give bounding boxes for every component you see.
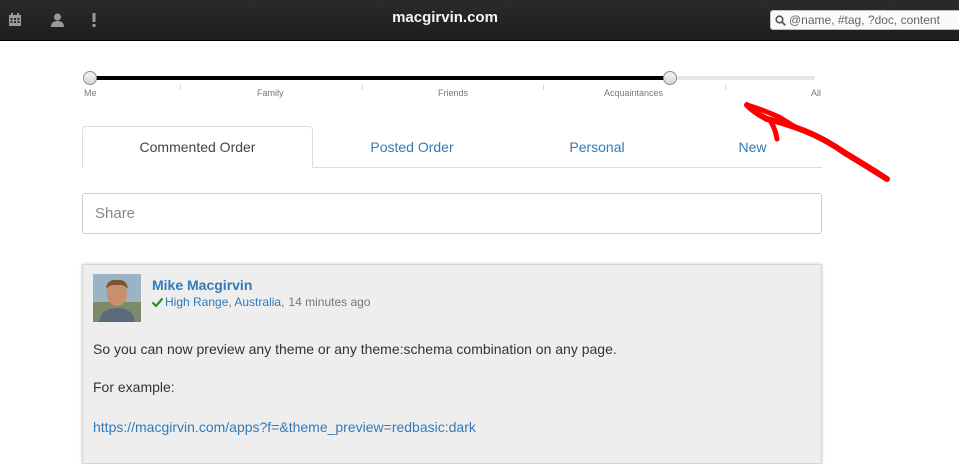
exclamation-icon[interactable] bbox=[86, 11, 102, 29]
post-link[interactable]: https://macgirvin.com/apps?f=&theme_prev… bbox=[93, 419, 476, 435]
sort-tabs: Commented Order Posted Order Personal Ne… bbox=[82, 126, 822, 168]
search-input[interactable] bbox=[786, 13, 957, 27]
tab-personal[interactable]: Personal bbox=[511, 126, 683, 167]
search-icon bbox=[775, 14, 786, 26]
share-input[interactable] bbox=[93, 204, 797, 223]
post-time[interactable]: 14 minutes ago bbox=[288, 295, 370, 309]
slider-label-friends: Friends bbox=[438, 88, 469, 98]
tab-new[interactable]: New bbox=[683, 126, 822, 167]
meta-separator: , bbox=[281, 295, 285, 309]
affinity-slider[interactable] bbox=[83, 68, 815, 88]
slider-tick bbox=[725, 85, 726, 90]
slider-label-acquaintances: Acquaintances bbox=[604, 88, 664, 98]
top-navbar: macgirvin.com bbox=[0, 0, 959, 41]
search-box bbox=[770, 10, 959, 30]
slider-tick bbox=[362, 85, 363, 90]
post-paragraph: For example: bbox=[93, 379, 175, 395]
post-meta: High Range, Australia, 14 minutes ago bbox=[152, 295, 370, 309]
slider-label-family: Family bbox=[257, 88, 284, 98]
tab-commented-order[interactable]: Commented Order bbox=[82, 126, 313, 168]
author-avatar[interactable] bbox=[93, 274, 141, 322]
site-title: macgirvin.com bbox=[0, 9, 890, 26]
slider-fill bbox=[90, 76, 670, 80]
post-card: Mike Macgirvin High Range, Australia, 14… bbox=[82, 264, 822, 464]
slider-handle-min[interactable] bbox=[83, 71, 97, 85]
slider-tick bbox=[180, 85, 181, 90]
slider-handle-max[interactable] bbox=[663, 71, 677, 85]
verified-check-icon bbox=[152, 297, 163, 307]
calendar-icon[interactable] bbox=[7, 11, 23, 29]
share-box bbox=[82, 193, 822, 234]
post-location[interactable]: High Range, Australia bbox=[165, 295, 281, 309]
site-title-link[interactable]: macgirvin.com bbox=[392, 9, 498, 26]
post-paragraph: So you can now preview any theme or any … bbox=[93, 341, 617, 357]
slider-label-me: Me bbox=[84, 88, 97, 98]
slider-label-all: All bbox=[811, 88, 822, 98]
tab-posted-order[interactable]: Posted Order bbox=[313, 126, 511, 167]
slider-tick bbox=[543, 85, 544, 90]
user-icon[interactable] bbox=[49, 11, 65, 29]
author-name[interactable]: Mike Macgirvin bbox=[152, 277, 252, 293]
